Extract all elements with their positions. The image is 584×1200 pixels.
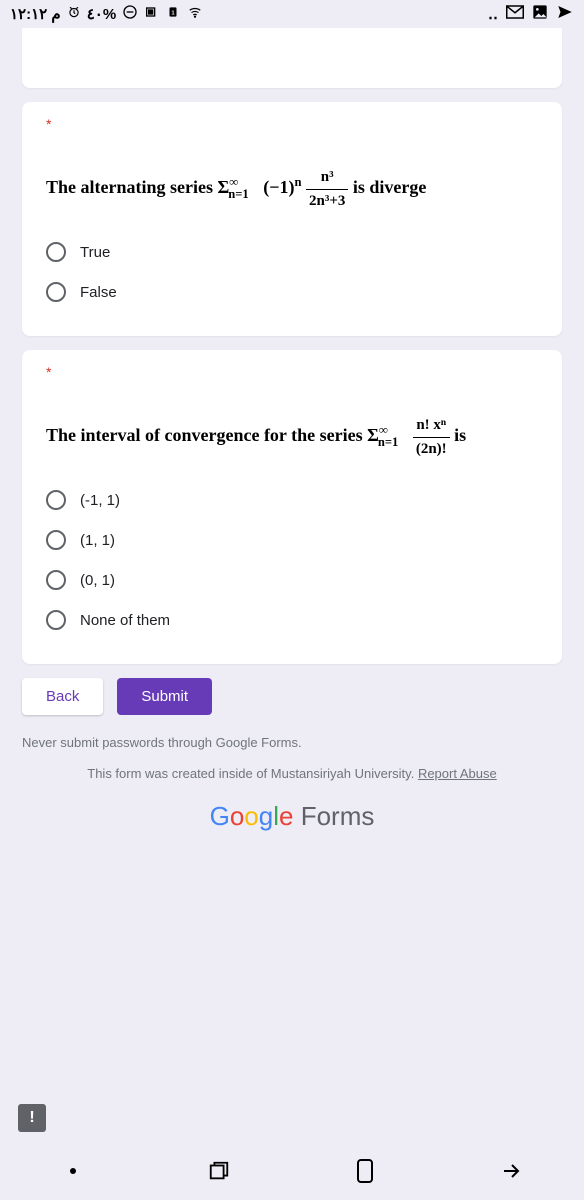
- option-label: False: [80, 284, 117, 301]
- radio-icon: [46, 282, 66, 302]
- report-abuse-link[interactable]: Report Abuse: [418, 766, 497, 781]
- nav-back-icon[interactable]: [499, 1159, 523, 1183]
- gmail-icon: [506, 5, 524, 23]
- alarm-icon: [67, 5, 81, 23]
- device-icon: [144, 4, 160, 24]
- option-label: (1, 1): [80, 532, 115, 549]
- nav-dot: [61, 1159, 85, 1183]
- more-icon: ‥: [488, 5, 498, 23]
- wifi-icon: [186, 5, 204, 23]
- sim-icon: 1: [166, 5, 180, 23]
- q1-exp: n: [294, 175, 301, 189]
- q1-fraction: n³2n³+3: [306, 166, 348, 212]
- required-marker: *: [46, 364, 51, 380]
- status-left: ۱۲:۱۲ م ٤٠% 1: [10, 4, 204, 24]
- required-marker: *: [46, 116, 51, 132]
- previous-card-bottom: [22, 28, 562, 88]
- q2-option-3[interactable]: None of them: [46, 600, 538, 640]
- question-2-text: The interval of convergence for the seri…: [46, 414, 538, 460]
- radio-icon: [46, 490, 66, 510]
- q1-sigma: Σ∞n=1: [217, 177, 258, 197]
- question-1-text: The alternating series Σ∞n=1 (−1)n n³2n³…: [46, 166, 538, 212]
- question-card-2: * The interval of convergence for the se…: [22, 350, 562, 664]
- nav-recent-icon[interactable]: [207, 1159, 231, 1183]
- footer-created: This form was created inside of Mustansi…: [22, 766, 562, 781]
- q1-prefix: The alternating series: [46, 177, 217, 197]
- picture-icon: [532, 4, 548, 24]
- password-warning: Never submit passwords through Google Fo…: [22, 735, 562, 750]
- feedback-button[interactable]: !: [18, 1104, 46, 1132]
- q1-option-true[interactable]: True: [46, 232, 538, 272]
- dnd-icon: [122, 4, 138, 24]
- q2-suffix: is: [450, 425, 467, 445]
- option-label: True: [80, 244, 110, 261]
- forms-word: Forms: [301, 801, 375, 831]
- question-card-1: * The alternating series Σ∞n=1 (−1)n n³2…: [22, 102, 562, 336]
- q2-option-2[interactable]: (0, 1): [46, 560, 538, 600]
- radio-icon: [46, 242, 66, 262]
- option-label: (-1, 1): [80, 492, 120, 509]
- status-bar: ۱۲:۱۲ م ٤٠% 1 ‥: [0, 0, 584, 28]
- q1-term: (−1): [259, 177, 295, 197]
- submit-button[interactable]: Submit: [117, 678, 212, 715]
- radio-icon: [46, 570, 66, 590]
- option-label: (0, 1): [80, 572, 115, 589]
- footer-created-text: This form was created inside of Mustansi…: [87, 766, 414, 781]
- q2-prefix: The interval of convergence for the seri…: [46, 425, 367, 445]
- android-nav-bar: [0, 1142, 584, 1200]
- radio-icon: [46, 610, 66, 630]
- q1-suffix: is diverge: [348, 177, 426, 197]
- nav-home-icon[interactable]: [353, 1159, 377, 1183]
- q2-option-0[interactable]: (-1, 1): [46, 480, 538, 520]
- status-right: ‥: [488, 3, 574, 25]
- back-button[interactable]: Back: [22, 678, 103, 715]
- q2-sigma: Σ∞n=1: [367, 425, 408, 445]
- send-icon: [556, 3, 574, 25]
- status-time: ۱۲:۱۲ م: [10, 5, 61, 23]
- status-battery: ٤٠%: [87, 5, 116, 23]
- q1-option-false[interactable]: False: [46, 272, 538, 312]
- button-row: Back Submit: [22, 678, 562, 715]
- option-label: None of them: [80, 612, 170, 629]
- q2-fraction: n! xⁿ(2n)!: [413, 414, 450, 460]
- q2-option-1[interactable]: (1, 1): [46, 520, 538, 560]
- radio-icon: [46, 530, 66, 550]
- google-forms-logo: Google Forms: [0, 801, 584, 832]
